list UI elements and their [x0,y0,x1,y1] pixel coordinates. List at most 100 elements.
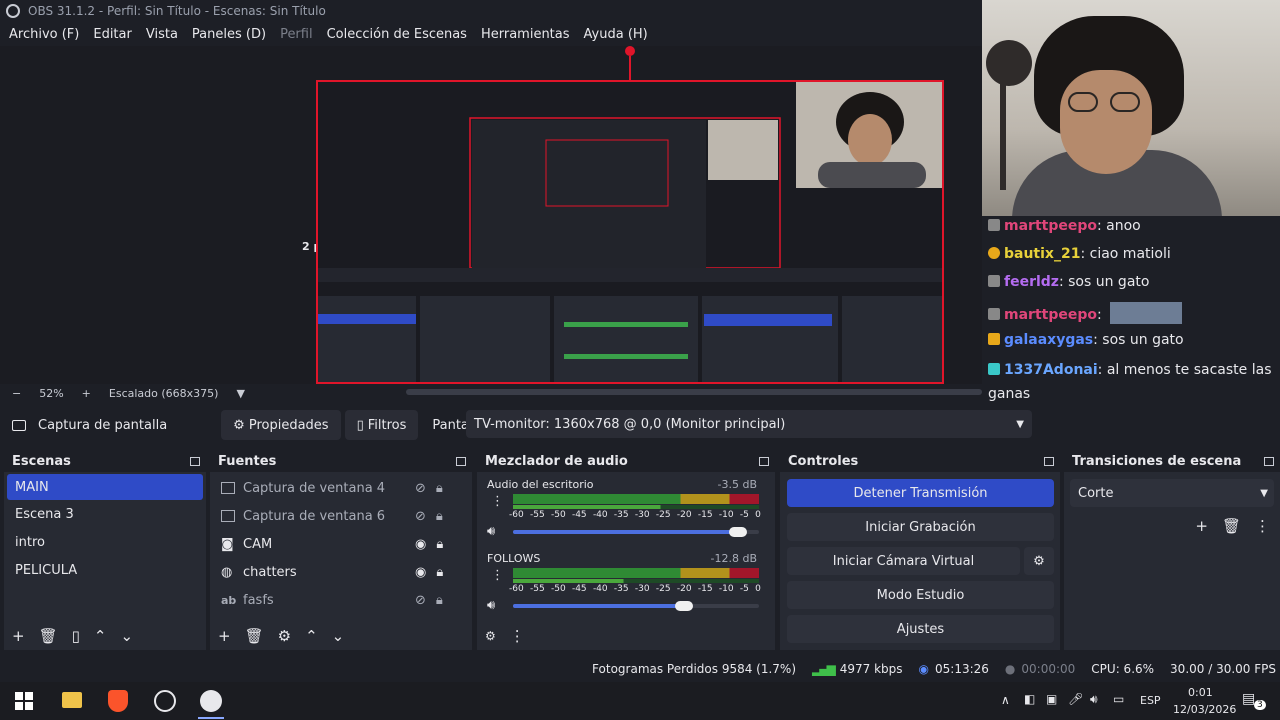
speaker-icon[interactable]: 🔊︎ [487,598,495,613]
scene-item-main[interactable]: MAIN [7,474,203,500]
preview-scrollbar[interactable] [406,389,982,395]
kebab-menu-icon[interactable]: ⋮ [491,494,504,509]
scene-item-pelicula[interactable]: PELICULA [7,556,203,584]
trash-icon[interactable]: 🗑 [39,627,58,645]
menu-editar[interactable]: Editar [93,27,132,42]
add-icon[interactable]: + [1195,517,1208,535]
transition-select[interactable]: Corte ▼ [1070,479,1274,507]
file-explorer-icon[interactable] [62,692,82,708]
undock-icon[interactable] [456,456,466,466]
menu-coleccion-escenas[interactable]: Colección de Escenas [327,27,467,42]
windows-start-icon[interactable] [15,692,33,710]
start-recording-button[interactable]: Iniciar Grabación [787,513,1054,541]
menu-archivo[interactable]: Archivo (F) [9,27,79,42]
trash-icon[interactable]: 🗑 [1222,517,1241,535]
start-virtual-camera-button[interactable]: Iniciar Cámara Virtual [787,547,1020,575]
arrow-up-icon[interactable]: ⌃ [305,627,318,645]
lock-icon[interactable]: 🔒︎ [436,593,443,608]
kebab-menu-icon[interactable]: ⋮ [1255,517,1270,535]
gear-icon[interactable]: ⚙ [278,627,291,645]
undock-icon[interactable] [1044,456,1054,466]
transition-select-value: Corte [1078,485,1114,501]
lock-icon[interactable]: 🔒︎ [436,565,443,580]
virtual-camera-settings-gear-icon[interactable]: ⚙ [1024,547,1054,575]
undock-icon[interactable] [1264,456,1274,466]
display-select[interactable]: TV-monitor: 1360x768 @ 0,0 (Monitor prin… [466,410,1032,438]
microphone-icon[interactable]: 🎤︎ [1068,692,1083,706]
arrow-up-icon[interactable]: ⌃ [94,627,107,645]
lock-icon[interactable]: 🔒︎ [436,481,443,496]
obs-taskbar-icon[interactable] [154,690,176,712]
clock-app-icon[interactable] [200,690,222,712]
crown-badge-icon [988,333,1000,345]
mixer-settings-icon[interactable]: ⚙ [485,629,496,643]
zoom-level: 52% [39,386,64,400]
speaker-icon[interactable]: 🔊︎ [487,524,495,539]
volume-icon[interactable]: 🔊︎ [1090,692,1098,707]
lock-icon[interactable]: 🔒︎ [436,509,443,524]
user-badge-icon [988,308,1000,320]
chat-message: marttpeepo: anoo [988,218,1141,234]
volume-slider-track[interactable] [513,601,759,611]
menu-paneles[interactable]: Paneles (D) [192,27,266,42]
stop-streaming-button[interactable]: Detener Transmisión [787,479,1054,507]
settings-button[interactable]: Ajustes [787,615,1054,643]
brave-browser-icon[interactable] [108,690,128,712]
nested-screen-capture[interactable] [316,80,944,384]
scene-item-escena-3[interactable]: Escena 3 [7,500,203,528]
add-icon[interactable]: + [218,627,231,645]
scenes-dock-header: Escenas [4,450,206,472]
eye-hidden-icon[interactable]: ⊘ [415,593,426,608]
menu-vista[interactable]: Vista [146,27,178,42]
discord-icon[interactable]: ◧ [1024,692,1035,706]
volume-slider-handle[interactable] [675,601,693,611]
tray-chevron-up-icon[interactable]: ∧ [1001,693,1010,707]
menu-perfil: Perfil [280,26,313,42]
source-item[interactable]: ◙ CAM ◉ 🔒︎ [213,530,469,558]
tray-app-icon[interactable]: ▣ [1046,692,1057,706]
user-badge-icon [988,247,1000,259]
studio-mode-button[interactable]: Modo Estudio [787,581,1054,609]
lock-icon[interactable]: 🔒︎ [436,537,443,552]
network-icon[interactable]: ▭ [1113,692,1124,706]
language-indicator[interactable]: ESP [1140,694,1161,707]
menu-herramientas[interactable]: Herramientas [481,27,570,42]
kebab-menu-icon[interactable]: ⋮ [491,568,504,583]
volume-slider-track[interactable] [513,527,759,537]
zoom-in-icon[interactable]: + [82,387,91,400]
source-item[interactable]: Captura de ventana 4 ⊘ 🔒︎ [213,474,469,502]
volume-slider-handle[interactable] [729,527,747,537]
controls-dock: Controles Detener Transmisión Iniciar Gr… [780,450,1060,650]
arrow-down-icon[interactable]: ⌄ [332,627,345,645]
zoom-out-icon[interactable]: − [12,387,21,400]
undock-icon[interactable] [190,456,200,466]
trash-icon[interactable]: 🗑 [245,627,264,645]
menu-ayuda[interactable]: Ayuda (H) [584,27,648,42]
source-item[interactable]: ab fasfs ⊘ 🔒︎ [213,586,469,614]
eye-hidden-icon[interactable]: ⊘ [415,481,426,496]
filter-icon[interactable]: ▯ [72,627,80,645]
arrow-down-icon[interactable]: ⌄ [120,627,133,645]
active-app-indicator [198,717,224,719]
eye-hidden-icon[interactable]: ⊘ [415,509,426,524]
scaling-dropdown-icon[interactable]: ▼ [236,387,244,400]
undock-icon[interactable] [759,456,769,466]
kebab-menu-icon[interactable]: ⋮ [510,627,525,645]
eye-icon[interactable]: ◉ [415,537,426,552]
add-icon[interactable]: + [12,627,25,645]
volume-slider-fill [513,530,740,534]
user-badge-icon [988,275,1000,287]
eye-icon[interactable]: ◉ [415,565,426,580]
clock-time[interactable]: 0:01 [1188,686,1213,699]
transitions-dock: Transiciones de escena Corte ▼ + 🗑 ⋮ [1064,450,1280,650]
source-item[interactable]: ◍ chatters ◉ 🔒︎ [213,558,469,586]
clock-date[interactable]: 12/03/2026 [1173,703,1236,716]
scene-item-intro[interactable]: intro [7,528,203,556]
sources-dock: Fuentes Captura de ventana 4 ⊘ 🔒︎ Captura… [210,450,472,650]
rotation-handle[interactable] [625,46,635,56]
properties-button[interactable]: ⚙ Propiedades [221,410,341,440]
source-item[interactable]: Captura de ventana 6 ⊘ 🔒︎ [213,502,469,530]
glasses-left [1068,92,1098,112]
filters-button[interactable]: ▯ Filtros [344,410,419,440]
window-icon [221,510,235,522]
